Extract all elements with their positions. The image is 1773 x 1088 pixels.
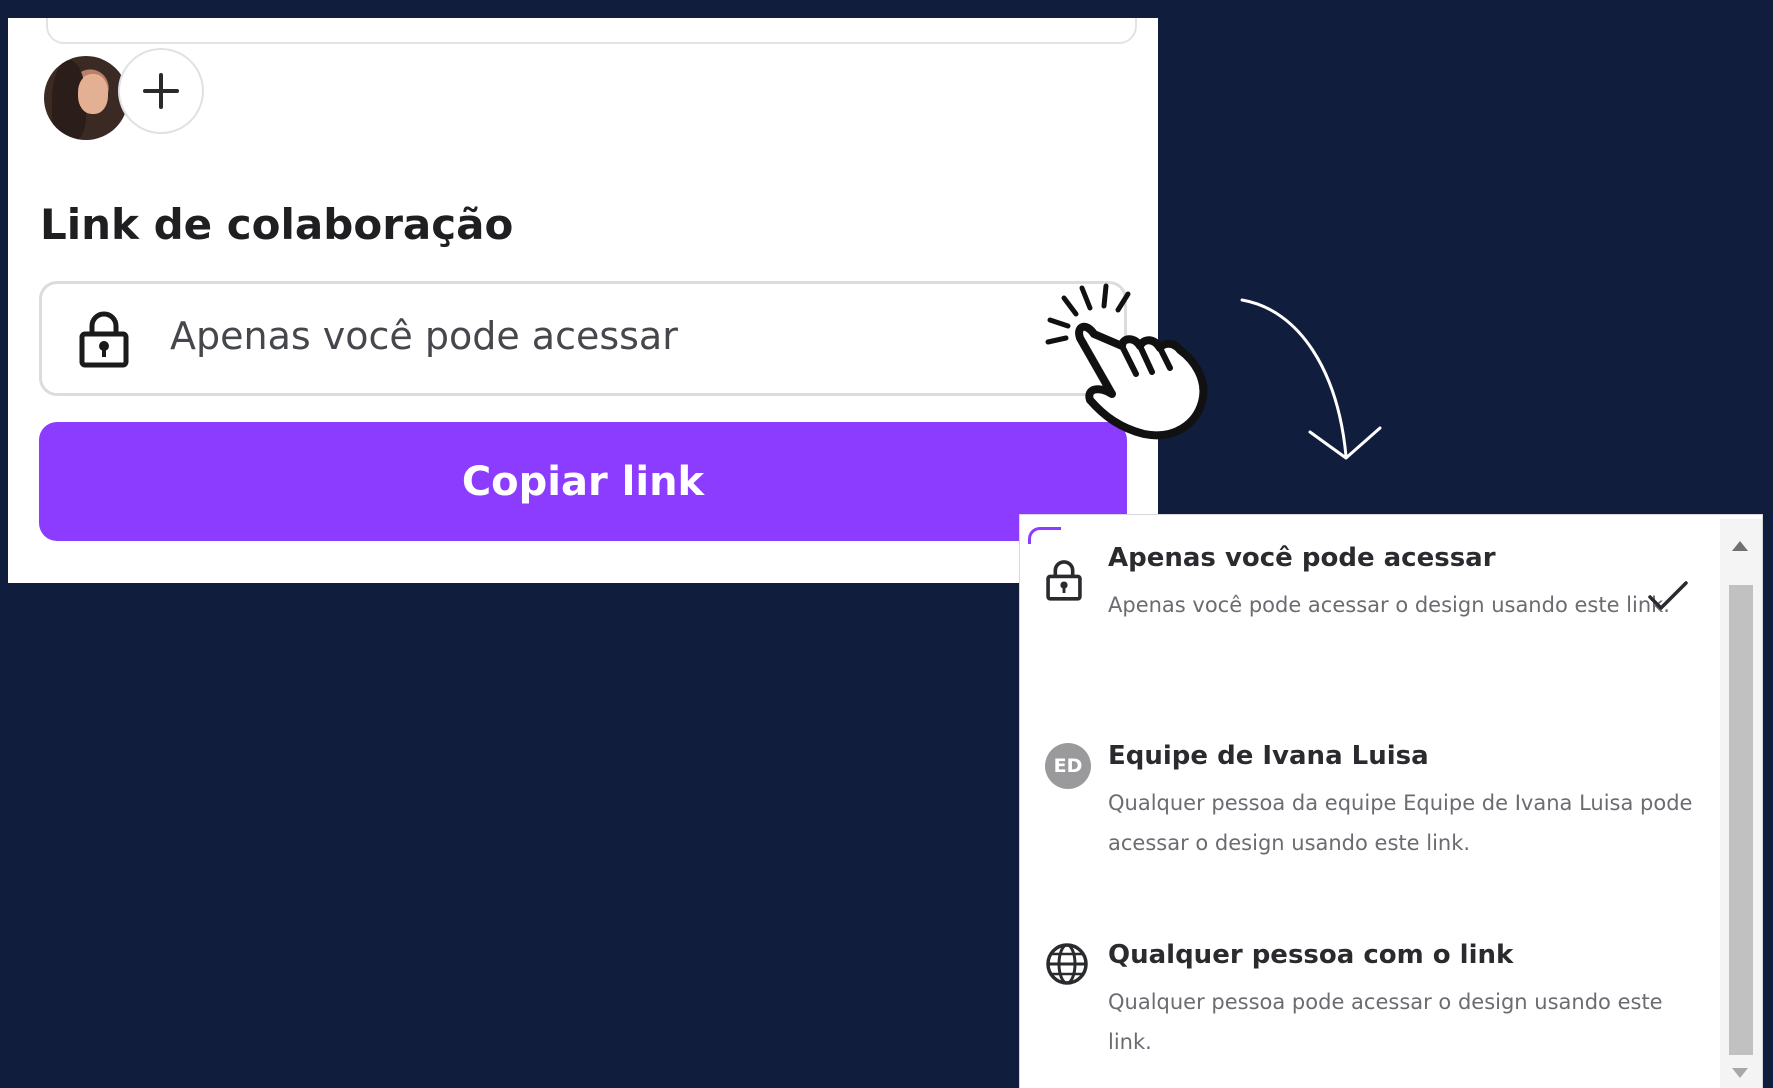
access-option-only-you[interactable]: Apenas você pode acessar Apenas você pod… xyxy=(1020,543,1720,683)
team-badge-text: ED xyxy=(1045,743,1091,789)
check-icon xyxy=(1647,579,1689,617)
curved-arrow-icon xyxy=(1240,298,1382,460)
pointing-hand-icon xyxy=(1045,283,1208,440)
scroll-up-arrow-icon[interactable] xyxy=(1732,541,1748,551)
option-title: Equipe de Ivana Luisa xyxy=(1108,741,1429,771)
option-description: Qualquer pessoa da equipe Equipe de Ivan… xyxy=(1108,791,1693,855)
lock-icon xyxy=(78,310,130,372)
access-select-value: Apenas você pode acessar xyxy=(170,314,678,358)
option-description: Qualquer pessoa pode acessar o design us… xyxy=(1108,990,1663,1054)
dropdown-scrollbar[interactable] xyxy=(1720,519,1762,1088)
add-collaborator-button[interactable] xyxy=(118,48,204,134)
option-title: Apenas você pode acessar xyxy=(1108,543,1496,573)
team-badge: ED xyxy=(1045,743,1091,789)
access-option-team[interactable]: ED Equipe de Ivana Luisa Qualquer pessoa… xyxy=(1020,741,1720,881)
option-title: Qualquer pessoa com o link xyxy=(1108,940,1514,970)
share-panel: Link de colaboração Apenas você pode ace… xyxy=(8,18,1158,583)
section-title: Link de colaboração xyxy=(40,200,514,249)
dropdown-focus-edge xyxy=(1028,527,1061,544)
plus-icon xyxy=(143,73,179,109)
access-option-anyone[interactable]: Qualquer pessoa com o link Qualquer pess… xyxy=(1020,940,1720,1080)
lock-icon xyxy=(1045,559,1083,605)
copy-link-button[interactable]: Copiar link xyxy=(39,422,1127,541)
access-dropdown: Apenas você pode acessar Apenas você pod… xyxy=(1020,515,1762,1088)
option-description: Apenas você pode acessar o design usando… xyxy=(1108,593,1670,617)
scroll-down-arrow-icon[interactable] xyxy=(1732,1068,1748,1078)
globe-icon xyxy=(1045,942,1089,990)
scroll-thumb[interactable] xyxy=(1729,585,1753,1055)
top-field[interactable] xyxy=(46,18,1137,44)
access-level-select[interactable]: Apenas você pode acessar xyxy=(39,281,1127,396)
avatar[interactable] xyxy=(44,56,128,140)
